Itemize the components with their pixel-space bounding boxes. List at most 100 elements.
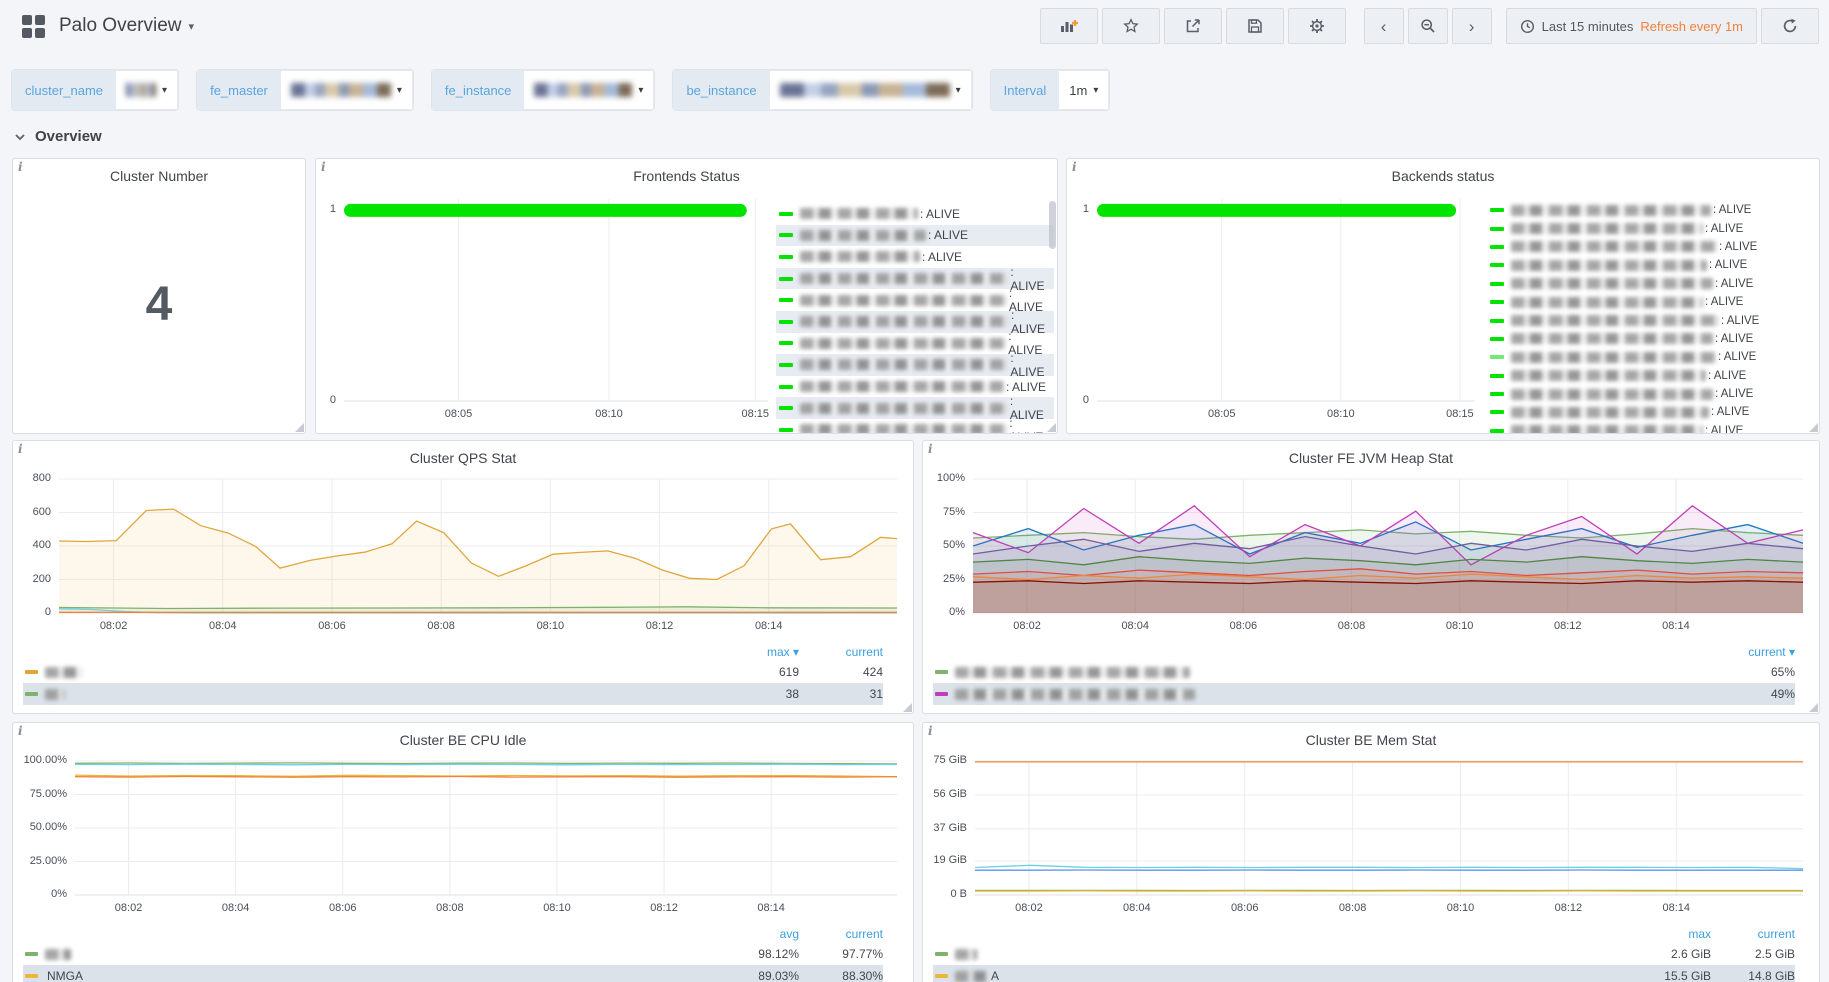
status-legend-row[interactable]: : ALIVE — [776, 419, 1054, 434]
legend-header: maxcurrent — [933, 925, 1795, 943]
add-panel-button[interactable] — [1040, 8, 1098, 44]
redacted-host-name — [800, 251, 920, 262]
legend-sort-column[interactable]: max — [1627, 927, 1711, 941]
series-color-swatch — [935, 670, 948, 674]
status-legend-row[interactable]: : ALIVE — [1487, 201, 1813, 219]
panel-title[interactable]: Cluster Number — [13, 168, 305, 184]
time-forward-button[interactable]: › — [1452, 8, 1492, 44]
time-picker-button[interactable]: Last 15 minutes Refresh every 1m — [1506, 8, 1757, 44]
series-color-dash — [779, 233, 793, 237]
legend-row[interactable]: 65% — [933, 661, 1795, 683]
variable-label: fe_master — [197, 70, 281, 110]
panel-title[interactable]: Cluster QPS Stat — [13, 450, 913, 466]
panel-title[interactable]: Cluster BE CPU Idle — [13, 732, 913, 748]
qps-chart[interactable]: 08:0208:0408:0608:0808:1008:1208:1480060… — [17, 471, 907, 635]
backends-status-chart[interactable]: 08:0508:1008:1510 — [1075, 185, 1479, 429]
grafana-apps-icon[interactable] — [22, 15, 45, 38]
status-legend-row[interactable]: : ALIVE — [1487, 311, 1813, 329]
redacted-host-name — [1511, 389, 1713, 400]
redacted-series-name — [955, 667, 1190, 678]
axis-tick-label: 0 — [17, 606, 51, 618]
status-legend-row[interactable]: : ALIVE — [1487, 385, 1813, 403]
save-dashboard-button[interactable] — [1226, 8, 1284, 44]
star-dashboard-button[interactable] — [1102, 8, 1160, 44]
redacted-host-name — [1511, 223, 1703, 234]
status-legend-row[interactable]: : ALIVE — [1487, 422, 1813, 434]
status-legend-row[interactable]: : ALIVE — [1487, 330, 1813, 348]
legend-sort-column[interactable]: current — [799, 645, 883, 659]
axis-tick-label: 08:10 — [1432, 620, 1488, 632]
legend-sort-column[interactable]: current — [799, 927, 883, 941]
time-back-button[interactable]: ‹ — [1364, 8, 1404, 44]
resize-handle[interactable] — [1047, 423, 1056, 432]
status-text: : ALIVE — [1718, 351, 1756, 363]
legend-sort-column[interactable]: max ▾ — [715, 645, 799, 659]
legend-scrollbar[interactable] — [1049, 201, 1056, 249]
status-legend-row[interactable]: : ALIVE — [776, 203, 1054, 225]
jvm-heap-chart[interactable]: 08:0208:0408:0608:0808:1008:1208:14100%7… — [927, 471, 1813, 635]
status-legend-row[interactable]: : ALIVE — [1487, 219, 1813, 237]
zoom-out-button[interactable] — [1408, 8, 1448, 44]
resize-handle[interactable] — [1809, 423, 1818, 432]
refresh-button[interactable] — [1761, 8, 1819, 44]
resize-handle[interactable] — [903, 703, 912, 712]
variable-cluster-name[interactable]: cluster_name ▾ — [12, 70, 178, 110]
dashboard-title[interactable]: Palo Overview — [59, 15, 182, 37]
status-legend-row[interactable]: : ALIVE — [1487, 275, 1813, 293]
legend-row[interactable]: A15.5 GiB14.8 GiB — [933, 965, 1795, 982]
legend-value: 424 — [799, 665, 883, 679]
panel-be-mem-stat: i Cluster BE Mem Stat 08:0208:0408:0608:… — [922, 722, 1820, 982]
legend-row[interactable]: 98.12%97.77% — [23, 943, 883, 965]
status-legend-row[interactable]: : ALIVE — [776, 354, 1054, 376]
panel-title[interactable]: Backends status — [1067, 168, 1819, 184]
status-legend-row[interactable]: : ALIVE — [1487, 348, 1813, 366]
axis-tick-label: 400 — [17, 539, 51, 551]
resize-handle[interactable] — [1809, 703, 1818, 712]
axis-tick-label: 08:06 — [1217, 902, 1273, 914]
dashboard-title-caret-icon[interactable]: ▾ — [189, 20, 195, 33]
axis-tick-label: 08:04 — [1109, 902, 1165, 914]
legend-sort-column[interactable]: avg — [715, 927, 799, 941]
resize-handle[interactable] — [295, 423, 304, 432]
chevron-down-icon: ▾ — [162, 85, 167, 96]
frontends-status-chart[interactable]: 08:0508:1008:1510 — [322, 185, 772, 429]
legend-row[interactable]: 49% — [933, 683, 1795, 705]
status-legend-row[interactable]: : ALIVE — [1487, 238, 1813, 256]
cpu-idle-chart[interactable]: 08:0208:0408:0608:0808:1008:1208:14100.0… — [17, 753, 907, 917]
series-color-swatch — [25, 974, 38, 978]
panel-title[interactable]: Cluster FE JVM Heap Stat — [923, 450, 1819, 466]
redacted-host-name — [800, 359, 1008, 370]
legend-row[interactable]: 619424 — [23, 661, 883, 683]
panel-title[interactable]: Cluster BE Mem Stat — [923, 732, 1819, 748]
share-dashboard-button[interactable] — [1164, 8, 1222, 44]
row-overview-toggle[interactable]: Overview — [14, 128, 102, 145]
frontends-legend: : ALIVE: ALIVE: ALIVE: ALIVE: ALIVE: ALI… — [776, 203, 1054, 434]
redacted-host-name — [800, 381, 1004, 392]
variable-fe-master[interactable]: fe_master ▾ — [197, 70, 413, 110]
panel-title[interactable]: Frontends Status — [316, 168, 1057, 184]
status-text: : ALIVE — [1713, 204, 1751, 216]
dashboard-settings-button[interactable] — [1288, 8, 1346, 44]
mem-legend: maxcurrent2.6 GiB2.5 GiBA15.5 GiB14.8 Gi… — [933, 925, 1795, 982]
legend-sort-column[interactable]: current ▾ — [1711, 645, 1795, 659]
series-color-dash — [1490, 355, 1504, 359]
status-legend-row[interactable]: : ALIVE — [1487, 293, 1813, 311]
variable-fe-instance[interactable]: fe_instance ▾ — [432, 70, 655, 110]
series-color-swatch — [935, 952, 948, 956]
legend-row[interactable]: NMGA89.03%88.30% — [23, 965, 883, 982]
legend-row[interactable]: 2.6 GiB2.5 GiB — [933, 943, 1795, 965]
legend-row[interactable]: 3831 — [23, 683, 883, 705]
axis-tick-label: 08:15 — [727, 408, 783, 420]
legend-value: 88.30% — [799, 969, 883, 982]
axis-tick-label: 08:05 — [430, 408, 486, 420]
status-legend-row[interactable]: : ALIVE — [1487, 367, 1813, 385]
legend-sort-column[interactable]: current — [1711, 927, 1795, 941]
status-legend-row[interactable]: : ALIVE — [1487, 256, 1813, 274]
status-legend-row[interactable]: : ALIVE — [776, 225, 1054, 247]
panel-be-cpu-idle: i Cluster BE CPU Idle 08:0208:0408:0608:… — [12, 722, 914, 982]
variable-be-instance[interactable]: be_instance ▾ — [673, 70, 971, 110]
status-legend-row[interactable]: : ALIVE — [1487, 403, 1813, 421]
series-name: NMGA — [47, 969, 83, 982]
variable-interval[interactable]: Interval 1m▾ — [991, 70, 1110, 110]
mem-stat-chart[interactable]: 08:0208:0408:0608:0808:1008:1208:1475 Gi… — [927, 753, 1813, 917]
